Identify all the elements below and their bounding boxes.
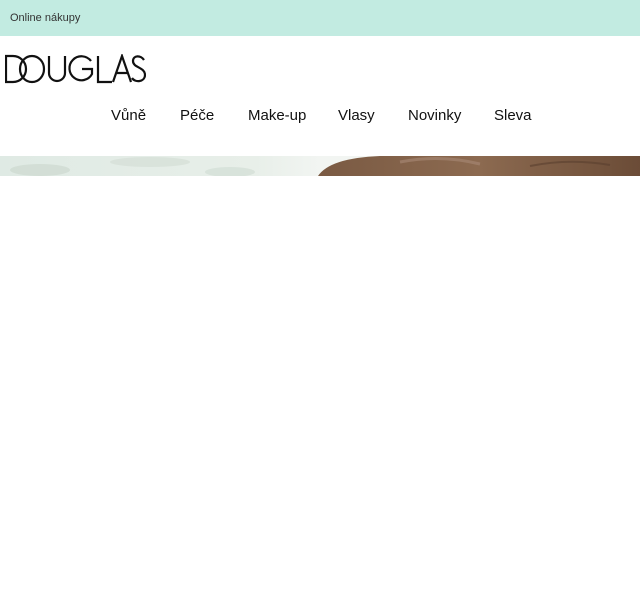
top-service-bar: Online nákupy [0,0,640,36]
douglas-logo-icon[interactable] [5,54,146,84]
nav-item-make-up[interactable]: Make-up [248,106,306,126]
nav-item-vlasy[interactable]: Vlasy [338,106,375,126]
nav-item-sleva[interactable]: Sleva [494,106,532,126]
nav-item-novinky[interactable]: Novinky [408,106,461,126]
nav-item-pece[interactable]: Péče [180,106,214,126]
site-header: Vůně Péče Make-up Vlasy Novinky Sleva [0,36,640,156]
online-shopping-link[interactable]: Online nákupy [10,12,80,24]
hero-banner-image[interactable] [0,156,640,176]
main-navigation: Vůně Péče Make-up Vlasy Novinky Sleva [0,106,640,126]
nav-item-vune[interactable]: Vůně [111,106,146,126]
page-content-area [0,176,640,600]
